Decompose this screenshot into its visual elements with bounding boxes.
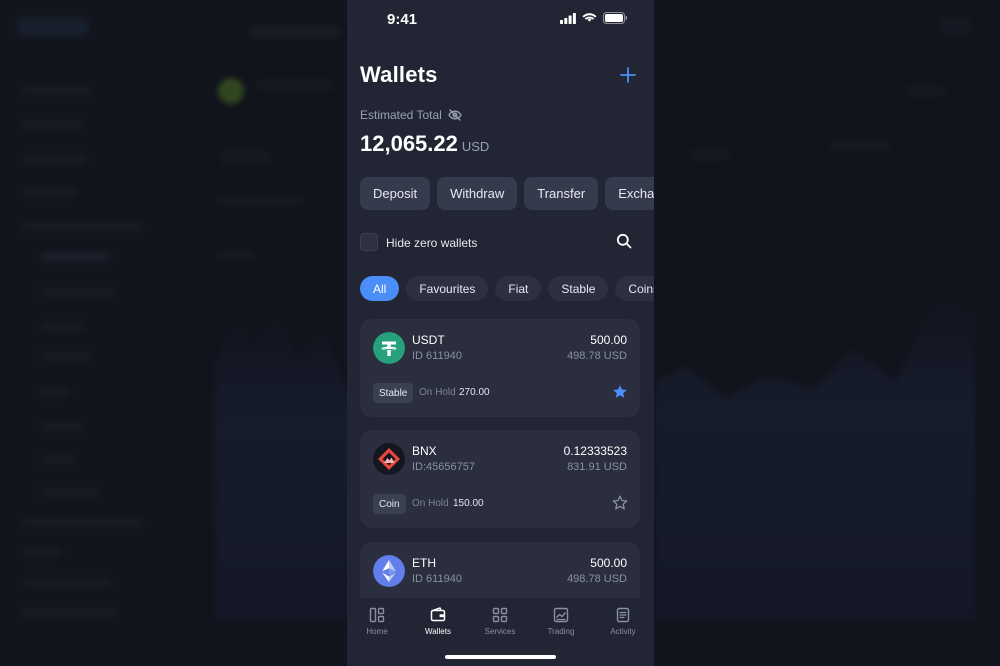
- total-amount: 12,065.22: [360, 131, 458, 156]
- status-bar: 9:41: [347, 0, 654, 36]
- hide-zero-label: Hide zero wallets: [386, 236, 478, 250]
- chart-icon: [553, 607, 569, 623]
- wallet-amount: 500.00: [590, 333, 627, 347]
- on-hold-label: On Hold: [419, 387, 456, 398]
- estimated-total-label: Estimated Total: [360, 108, 462, 122]
- withdraw-button[interactable]: Withdraw: [437, 177, 518, 210]
- wallet-type-tag: Stable: [373, 383, 414, 403]
- wallet-card-usdt[interactable]: USDT ID 611940 500.00 498.78 USD Stable …: [360, 319, 640, 417]
- home-icon: [369, 607, 385, 623]
- tab-home[interactable]: Home: [347, 606, 407, 636]
- tab-trading[interactable]: Trading: [531, 606, 591, 636]
- grid-icon: [492, 607, 508, 623]
- tab-wallets[interactable]: Wallets: [408, 606, 468, 636]
- battery-icon: [603, 12, 627, 24]
- filter-coins[interactable]: Coins: [615, 276, 654, 301]
- hide-zero-row: Hide zero wallets: [360, 232, 640, 254]
- tab-label: Home: [366, 627, 388, 636]
- filter-chips: All Favourites Fiat Stable Coins: [360, 276, 654, 301]
- wifi-icon: [582, 12, 597, 22]
- status-time: 9:41: [387, 11, 418, 28]
- add-wallet-button[interactable]: [617, 64, 639, 86]
- search-icon: [616, 233, 632, 249]
- tab-label: Activity: [610, 627, 636, 636]
- wallet-amount: 0.12333523: [563, 444, 627, 458]
- wallet-card-bnx[interactable]: BNX ID:45656757 0.12333523 831.91 USD Co…: [360, 430, 640, 528]
- star-outline-icon[interactable]: [612, 495, 628, 511]
- estimated-total-text: Estimated Total: [360, 108, 442, 122]
- wallet-usd-value: 498.78 USD: [567, 573, 627, 585]
- wallet-id: ID 611940: [412, 573, 462, 585]
- transfer-button[interactable]: Transfer: [524, 177, 599, 210]
- page-title: Wallets: [360, 62, 438, 87]
- tether-icon: [373, 332, 405, 364]
- filter-stable[interactable]: Stable: [548, 276, 609, 301]
- ethereum-icon: [373, 555, 405, 587]
- wallet-usd-value: 498.78 USD: [567, 350, 627, 362]
- wallet-id: ID 611940: [412, 350, 462, 362]
- tab-activity[interactable]: Activity: [593, 606, 653, 636]
- on-hold-value: 150.00: [453, 498, 484, 509]
- tab-label: Trading: [547, 627, 575, 636]
- on-hold-value: 270.00: [459, 387, 490, 398]
- filter-favourites[interactable]: Favourites: [406, 276, 489, 301]
- bnx-icon: [373, 443, 405, 475]
- wallet-name: ETH: [412, 556, 436, 570]
- eye-hidden-icon[interactable]: [448, 109, 462, 121]
- total-currency: USD: [461, 139, 490, 154]
- wallet-amount: 500.00: [590, 556, 627, 570]
- wallet-id: ID:45656757: [412, 461, 475, 473]
- hide-zero-checkbox[interactable]: [360, 233, 378, 251]
- wallet-name: USDT: [412, 333, 445, 347]
- on-hold-label: On Hold: [412, 498, 449, 509]
- tab-services[interactable]: Services: [470, 606, 530, 636]
- exchange-button[interactable]: Exchange: [605, 177, 654, 210]
- action-buttons: Deposit Withdraw Transfer Exchange: [360, 177, 654, 210]
- filter-all[interactable]: All: [360, 276, 400, 301]
- signal-icon: [560, 12, 576, 24]
- tab-label: Services: [484, 627, 516, 636]
- estimated-total-value: 12,065.22 USD: [360, 131, 489, 157]
- wallet-usd-value: 831.91 USD: [567, 461, 627, 473]
- phone-screen: 9:41 Wallets Estimated Total 12,065.22 U…: [347, 0, 654, 666]
- filter-fiat[interactable]: Fiat: [495, 276, 542, 301]
- plus-icon: [620, 67, 636, 83]
- wallet-name: BNX: [412, 444, 437, 458]
- wallet-type-tag: Coin: [373, 494, 406, 514]
- document-icon: [616, 607, 630, 623]
- deposit-button[interactable]: Deposit: [360, 177, 431, 210]
- star-filled-icon[interactable]: [612, 384, 628, 400]
- home-indicator: [445, 655, 556, 659]
- tab-label: Wallets: [425, 627, 451, 636]
- search-button[interactable]: [616, 233, 634, 251]
- status-icons: [560, 12, 628, 24]
- wallet-icon: [430, 607, 446, 622]
